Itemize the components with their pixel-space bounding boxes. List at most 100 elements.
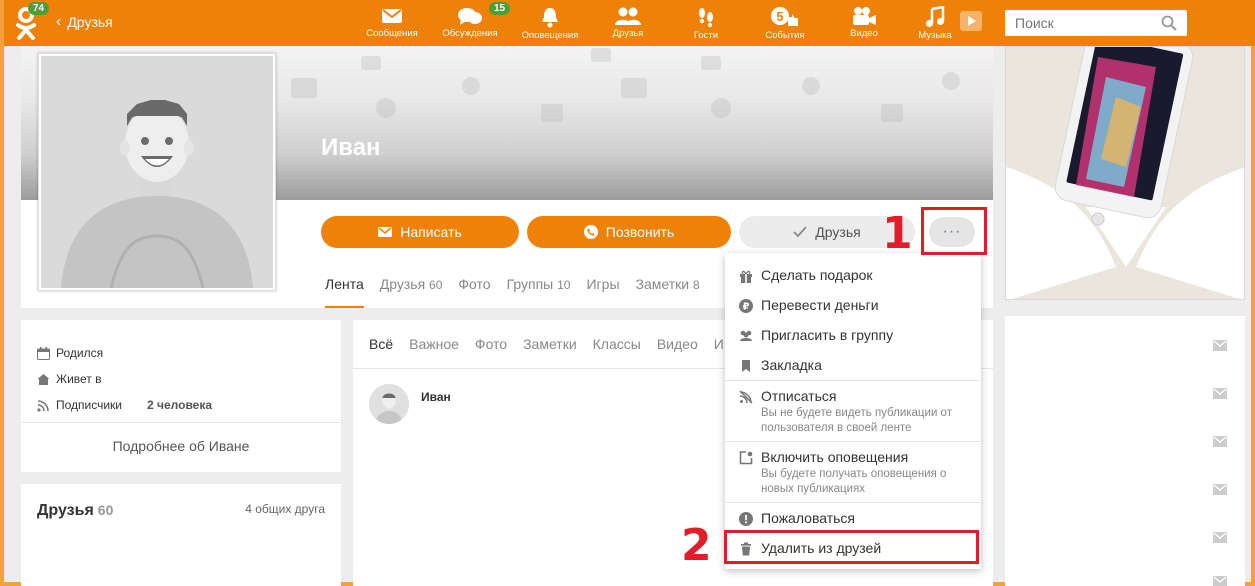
feed-tab-all[interactable]: Всё <box>369 336 393 352</box>
write-message-button[interactable]: Написать <box>321 216 519 248</box>
right-column-panel <box>1005 316 1245 586</box>
advertisement-banner[interactable] <box>1005 46 1245 300</box>
tab-games[interactable]: Игры <box>586 276 619 308</box>
friends-button-label: Друзья <box>815 224 861 240</box>
top-navigation-bar: 74 ‹ Друзья Сообщения Обсуждения 15 Опов… <box>4 0 1255 46</box>
post-author-name[interactable]: Иван <box>421 390 451 404</box>
bell-icon <box>542 8 558 28</box>
feed-tab-photo[interactable]: Фото <box>475 336 507 352</box>
menu-separator <box>725 502 981 503</box>
nav-notifications[interactable]: Оповещения <box>515 4 585 44</box>
nav-guests[interactable]: Гости <box>671 4 741 44</box>
menu-separator <box>725 441 981 442</box>
envelope-icon[interactable] <box>1213 340 1227 351</box>
more-options-dropdown: Сделать подарок ₽ Перевести деньги Пригл… <box>725 253 981 569</box>
feed-tab-video[interactable]: Видео <box>657 336 698 352</box>
menu-separator <box>725 380 981 381</box>
common-friends-link[interactable]: 4 общих друга <box>245 502 325 516</box>
envelope-icon <box>382 9 402 23</box>
envelope-icon[interactable] <box>1213 484 1227 495</box>
envelope-icon[interactable] <box>1213 388 1227 399</box>
back-link[interactable]: ‹ Друзья <box>56 13 113 31</box>
notify-icon <box>739 451 753 465</box>
tab-friends[interactable]: Друзья 60 <box>380 276 443 308</box>
envelope-icon[interactable] <box>1213 532 1227 543</box>
house-icon <box>37 373 50 385</box>
menu-item-unsubscribe[interactable]: Отписаться Вы не будете видеть публикаци… <box>725 388 981 436</box>
search-icon[interactable] <box>1161 15 1177 31</box>
trash-icon <box>741 542 751 556</box>
menu-item-enable-notifications[interactable]: Включить оповещения Вы будете получать о… <box>725 449 981 497</box>
tab-groups[interactable]: Группы 10 <box>507 276 571 308</box>
friends-card: Друзья 60 4 общих друга <box>21 484 341 586</box>
rss-icon <box>37 399 49 412</box>
info-subscribers[interactable]: Подписчики 2 человека <box>37 398 337 412</box>
info-lives: Живет в <box>37 372 102 386</box>
menu-item-invite-to-group[interactable]: Пригласить в группу <box>725 327 981 343</box>
checkmark-icon <box>793 226 807 238</box>
menu-item-remove-friend[interactable]: Удалить из друзей <box>725 540 981 556</box>
profile-tabs: Лента Друзья 60 Фото Группы 10 Игры Заме… <box>325 276 700 308</box>
nav-messages[interactable]: Сообщения <box>357 4 427 44</box>
nav-label: Обсуждения <box>442 28 498 39</box>
annotation-number-1: 1 <box>882 208 913 259</box>
phone-icon <box>583 225 598 239</box>
envelope-icon[interactable] <box>1213 436 1227 447</box>
play-button[interactable] <box>960 11 982 31</box>
more-options-button[interactable]: ··· <box>929 217 975 247</box>
gift-icon <box>740 270 752 283</box>
footprints-icon <box>699 8 713 28</box>
svg-text:₽: ₽ <box>743 302 750 313</box>
tab-notes[interactable]: Заметки 8 <box>636 276 700 308</box>
nav-events[interactable]: 5 События <box>750 4 820 44</box>
play-icon <box>968 16 976 26</box>
search-input[interactable] <box>1015 15 1155 31</box>
nav-label: Гости <box>693 30 719 41</box>
profile-name: Иван <box>321 134 381 161</box>
avatar-placeholder <box>41 56 273 288</box>
call-button[interactable]: Позвонить <box>527 216 731 248</box>
tab-photos[interactable]: Фото <box>458 276 490 308</box>
chevron-left-icon: ‹ <box>56 13 62 30</box>
menu-item-bookmark[interactable]: Закладка <box>725 357 981 373</box>
envelope-icon[interactable] <box>1213 576 1227 586</box>
menu-item-report[interactable]: Пожаловаться <box>725 510 981 526</box>
svg-text:5: 5 <box>776 9 783 24</box>
feed-tab-important[interactable]: Важное <box>409 336 459 352</box>
post-author-avatar[interactable] <box>369 384 409 424</box>
subscribers-value[interactable]: 2 человека <box>147 398 212 412</box>
tab-feed[interactable]: Лента <box>325 276 364 308</box>
annotation-number-2: 2 <box>681 520 712 571</box>
friends-count: 60 <box>97 502 114 518</box>
group-invite-icon <box>740 330 752 341</box>
menu-item-gift[interactable]: Сделать подарок <box>725 267 981 283</box>
profile-avatar[interactable] <box>38 53 276 291</box>
feed-tab-likes[interactable]: Классы <box>593 336 641 352</box>
born-label: Родился <box>56 346 104 360</box>
lives-label: Живет в <box>56 372 102 386</box>
default-avatar-icon <box>369 384 409 424</box>
video-camera-icon <box>853 7 876 25</box>
feed-tab-notes[interactable]: Заметки <box>523 336 577 352</box>
ruble-coin-icon: ₽ <box>739 299 753 313</box>
feed-tab-truncated[interactable]: И <box>714 336 724 352</box>
nav-label: События <box>765 30 805 41</box>
write-button-label: Написать <box>400 224 462 240</box>
nav-label: Оповещения <box>521 30 579 41</box>
more-dots-icon: ··· <box>942 223 962 240</box>
nav-video[interactable]: Видео <box>829 4 899 44</box>
nav-discussions[interactable]: Обсуждения 15 <box>435 2 511 44</box>
phone-ad-image <box>1006 47 1244 299</box>
friends-heading[interactable]: Друзья 60 <box>37 502 113 520</box>
menu-item-transfer-money[interactable]: ₽ Перевести деньги <box>725 297 981 313</box>
search-box[interactable] <box>1005 10 1187 36</box>
calendar-icon <box>37 346 50 360</box>
call-button-label: Позвонить <box>605 224 675 240</box>
nav-label: Сообщения <box>366 28 418 39</box>
unsubscribe-description: Вы не будете видеть публикации от пользо… <box>761 407 952 434</box>
people-icon <box>615 7 641 25</box>
more-about-link[interactable]: Подробнее об Иване <box>21 422 341 472</box>
bookmark-icon <box>742 360 750 372</box>
nav-friends[interactable]: Друзья <box>593 4 663 44</box>
envelope-icon <box>378 227 393 237</box>
